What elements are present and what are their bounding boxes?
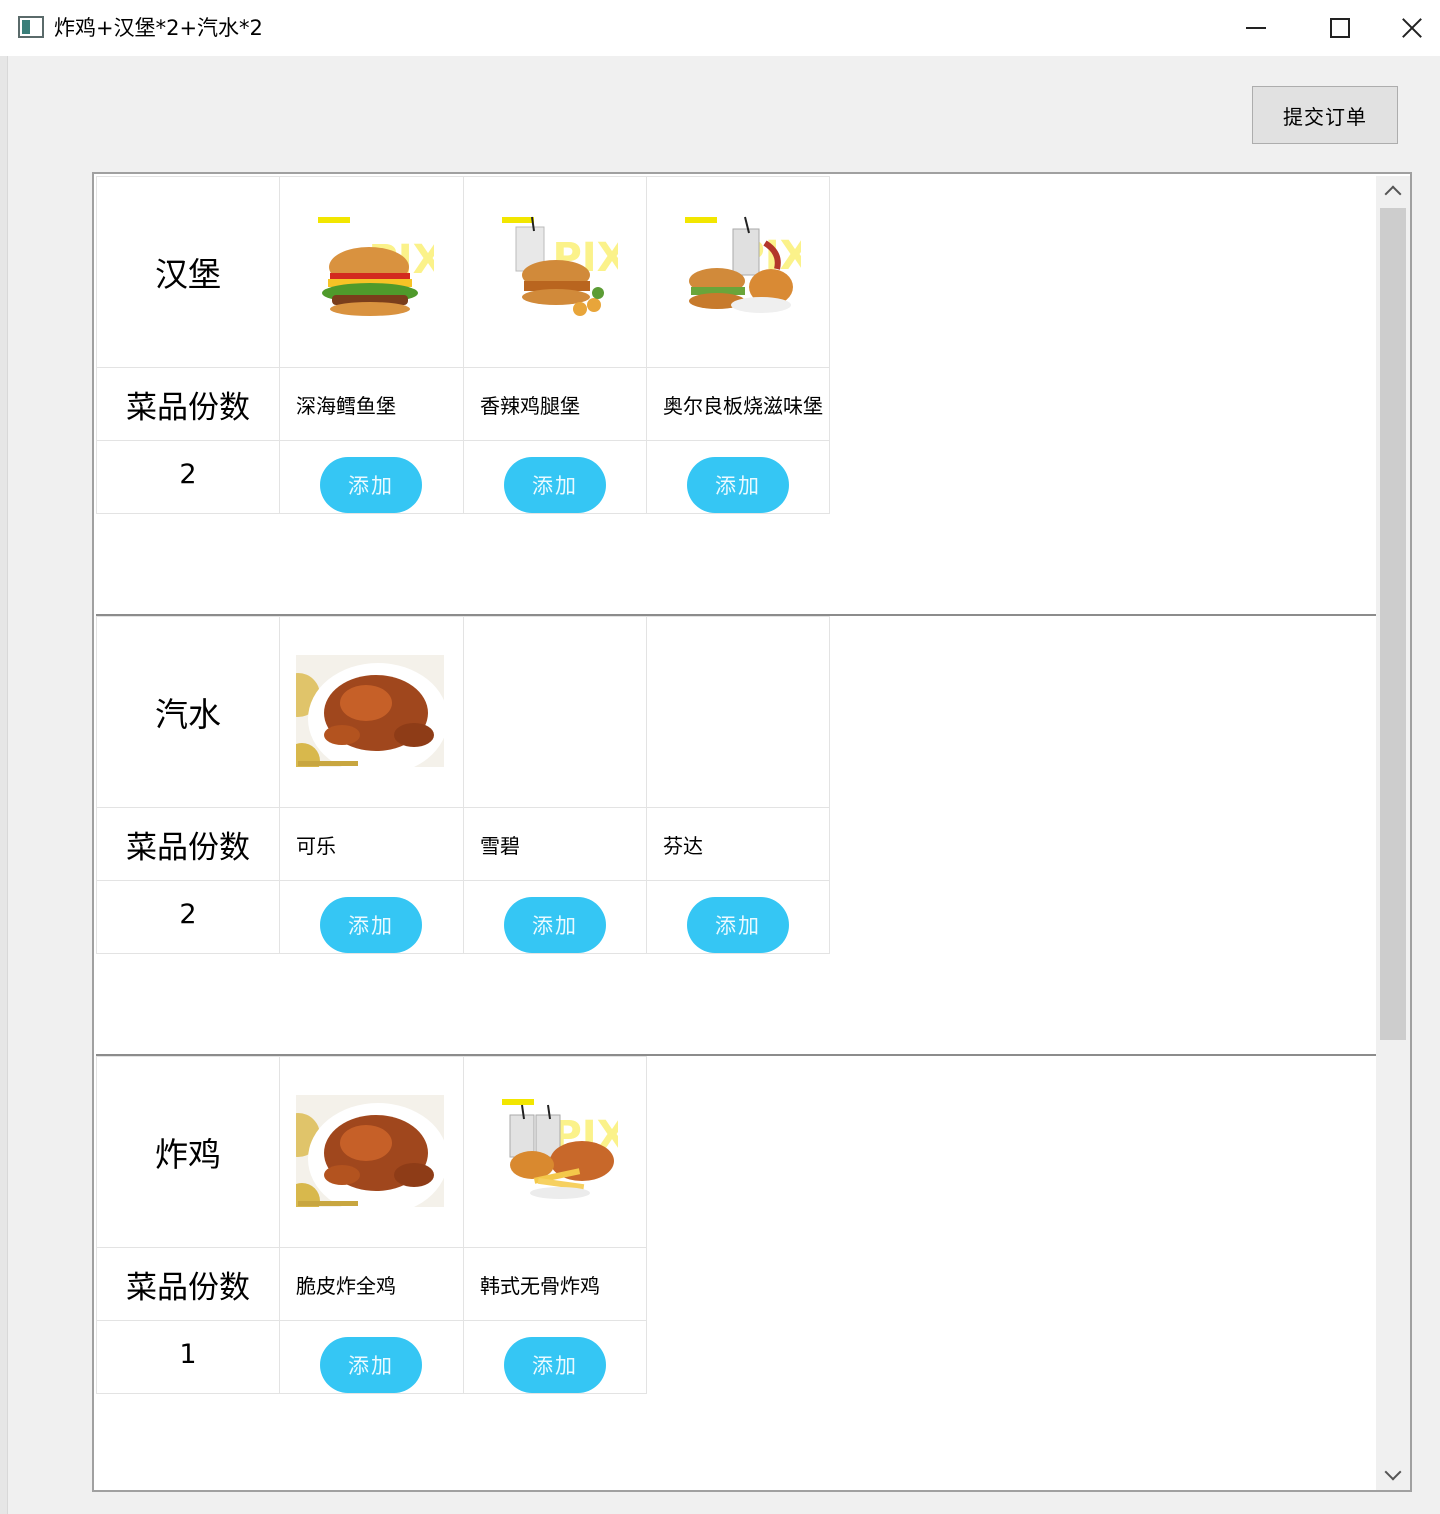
category-name: 汽水 xyxy=(96,616,280,808)
item-image-cell: PIX xyxy=(463,176,647,368)
close-icon xyxy=(1402,18,1422,38)
add-button[interactable]: 添加 xyxy=(504,897,606,953)
portion-label: 菜品份数 xyxy=(96,807,280,881)
roast-chicken-image xyxy=(296,655,444,767)
item-image-cell xyxy=(463,616,647,808)
portion-label: 菜品份数 xyxy=(96,367,280,441)
category-name: 炸鸡 xyxy=(96,1056,280,1248)
add-button[interactable]: 添加 xyxy=(687,897,789,953)
category-name: 汉堡 xyxy=(96,176,280,368)
item-add-cell: 添加 xyxy=(463,1320,647,1394)
maximize-icon xyxy=(1330,18,1350,38)
portion-count: 2 xyxy=(96,880,280,954)
minimize-button[interactable] xyxy=(1214,0,1298,56)
item-image-cell: PIX xyxy=(646,176,830,368)
item-name: 可乐 xyxy=(279,807,464,881)
item-add-cell: 添加 xyxy=(279,1320,464,1394)
fried-chicken-combo-image: PIX xyxy=(498,1095,618,1205)
item-name: 深海鳕鱼堡 xyxy=(279,367,464,441)
add-button[interactable]: 添加 xyxy=(687,457,789,513)
add-button[interactable]: 添加 xyxy=(320,897,422,953)
title-bar: 炸鸡+汉堡*2+汽水*2 xyxy=(0,0,1440,56)
vertical-scrollbar[interactable] xyxy=(1376,176,1410,1490)
close-button[interactable] xyxy=(1384,0,1440,56)
burger-chicken-combo-image: PIX xyxy=(681,213,801,323)
add-button[interactable]: 添加 xyxy=(504,457,606,513)
item-name: 香辣鸡腿堡 xyxy=(463,367,647,441)
app-icon xyxy=(18,16,44,38)
item-add-cell: 添加 xyxy=(279,880,464,954)
scroll-down-button[interactable] xyxy=(1376,1460,1410,1490)
portion-count: 1 xyxy=(96,1320,280,1394)
minimize-icon xyxy=(1246,27,1266,29)
scroll-up-button[interactable] xyxy=(1376,176,1410,206)
item-image-cell: PIX xyxy=(463,1056,647,1248)
chevron-up-icon xyxy=(1384,185,1402,203)
item-add-cell: 添加 xyxy=(646,880,830,954)
item-add-cell: 添加 xyxy=(463,440,647,514)
item-add-cell: 添加 xyxy=(463,880,647,954)
portion-count: 2 xyxy=(96,440,280,514)
window-title: 炸鸡+汉堡*2+汽水*2 xyxy=(54,16,263,40)
add-button[interactable]: 添加 xyxy=(320,1337,422,1393)
add-button[interactable]: 添加 xyxy=(504,1337,606,1393)
item-add-cell: 添加 xyxy=(279,440,464,514)
add-button[interactable]: 添加 xyxy=(320,457,422,513)
roast-chicken-image xyxy=(296,1095,444,1207)
maximize-button[interactable] xyxy=(1298,0,1382,56)
item-image-cell xyxy=(646,616,830,808)
window-left-edge xyxy=(0,56,8,1514)
burger-combo-image: PIX xyxy=(498,213,618,323)
scroll-thumb[interactable] xyxy=(1380,208,1406,1040)
burger-image: PIX xyxy=(314,213,434,323)
chevron-down-icon xyxy=(1384,1463,1402,1481)
item-name: 韩式无骨炸鸡 xyxy=(463,1247,647,1321)
item-add-cell: 添加 xyxy=(646,440,830,514)
item-name: 奥尔良板烧滋味堡 xyxy=(646,367,830,441)
item-name: 雪碧 xyxy=(463,807,647,881)
submit-order-button[interactable]: 提交订单 xyxy=(1252,86,1398,144)
item-image-cell xyxy=(279,616,464,808)
portion-label: 菜品份数 xyxy=(96,1247,280,1321)
item-image-cell: PIX xyxy=(279,176,464,368)
item-name: 脆皮炸全鸡 xyxy=(279,1247,464,1321)
item-image-cell xyxy=(279,1056,464,1248)
item-name: 芬达 xyxy=(646,807,830,881)
